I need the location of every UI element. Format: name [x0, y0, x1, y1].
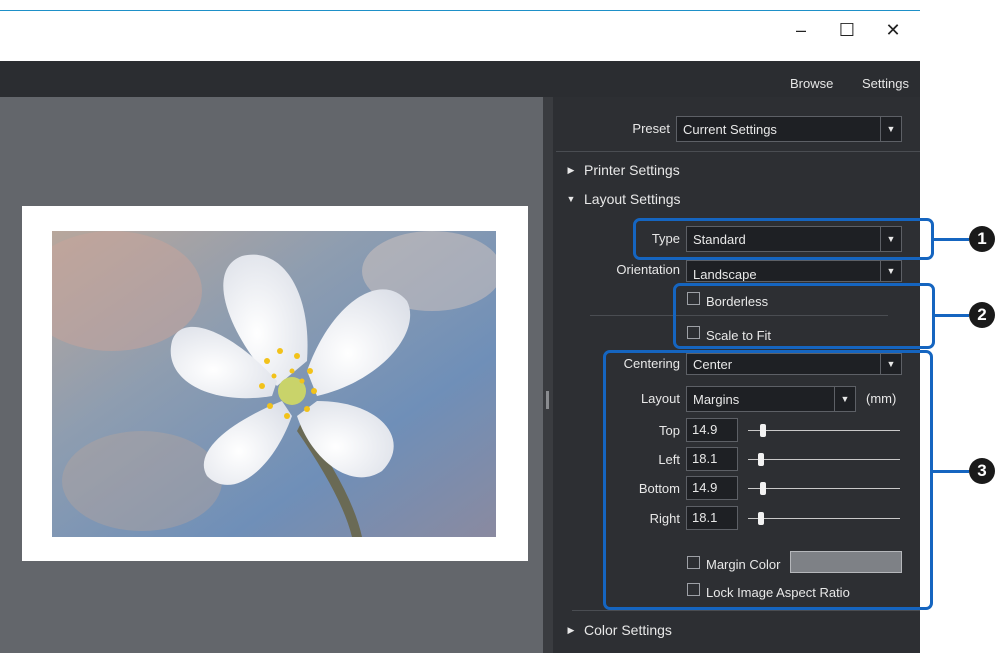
menu-settings[interactable]: Settings: [862, 61, 909, 97]
maximize-button[interactable]: ☐: [827, 14, 867, 46]
callout-box-2: [673, 283, 935, 349]
preset-dropdown[interactable]: Current Settings ▼: [676, 116, 902, 142]
callout-badge-2: 2: [969, 302, 995, 328]
menu-browse[interactable]: Browse: [790, 61, 833, 97]
section-layout-settings[interactable]: ▼ Layout Settings: [562, 191, 681, 207]
cherry-blossom-image: [52, 231, 496, 537]
chevron-down-icon: ▼: [880, 261, 901, 281]
preset-value: Current Settings: [683, 121, 777, 137]
chevron-down-icon: ▼: [880, 117, 901, 141]
callout-leader-1: [934, 238, 969, 241]
preset-label: Preset: [632, 121, 670, 136]
section-label: Printer Settings: [584, 162, 680, 178]
section-color-settings[interactable]: ▶ Color Settings: [562, 622, 672, 638]
photo-preview: [52, 231, 496, 537]
callout-badge-1: 1: [969, 226, 995, 252]
close-button[interactable]: ✕: [873, 14, 913, 46]
expand-right-icon: ▶: [567, 624, 575, 635]
expand-down-icon: ▼: [566, 194, 576, 204]
divider: [572, 610, 920, 611]
orientation-dropdown[interactable]: Landscape ▼: [686, 260, 902, 282]
section-printer-settings[interactable]: ▶ Printer Settings: [562, 162, 680, 178]
callout-box-1: [633, 218, 934, 260]
callout-leader-3: [933, 470, 969, 473]
section-label: Layout Settings: [584, 191, 681, 207]
callout-leader-2: [935, 314, 969, 317]
orientation-value: Landscape: [693, 266, 757, 282]
divider: [556, 151, 920, 152]
orientation-label: Orientation: [616, 262, 680, 277]
section-label: Color Settings: [584, 622, 672, 638]
minimize-button[interactable]: –: [781, 14, 821, 46]
splitter-grip[interactable]: [546, 391, 549, 409]
callout-box-3: [603, 350, 933, 610]
menu-bar: [0, 61, 920, 97]
panel-splitter[interactable]: [543, 97, 553, 653]
callout-badge-3: 3: [969, 458, 995, 484]
expand-right-icon: ▶: [567, 164, 575, 175]
